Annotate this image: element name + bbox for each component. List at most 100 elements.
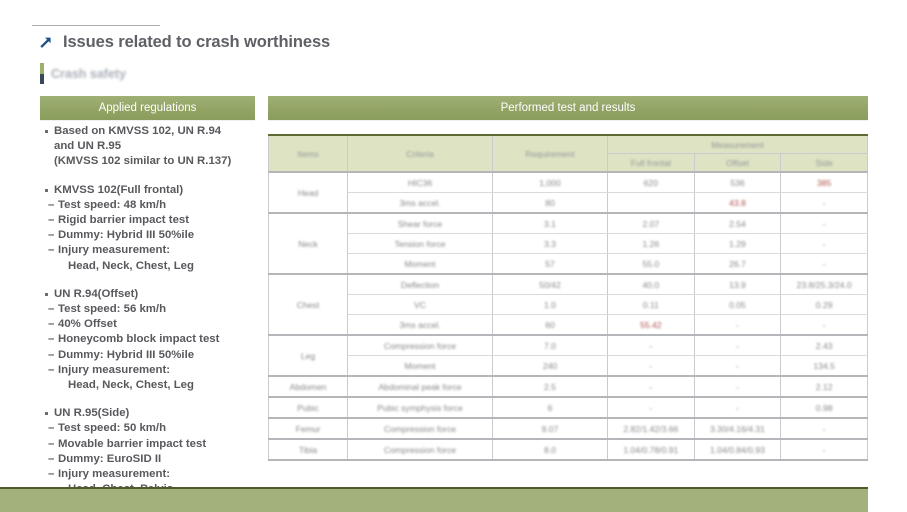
col-header-items: Items [268,134,348,173]
regulation-sub-item: Dummy: EuroSID II [44,452,276,467]
regulation-bullet: KMVSS 102(Full frontal) [44,183,276,198]
table-cell-offset: 536 [693,171,782,193]
table-row: Moment 240- -134.5 [269,355,868,377]
section-header-performed-test-results: Performed test and results [268,96,868,120]
table-cell-requirement: 80 [492,192,608,214]
table-row: VC 1.0 0.11 0.05 0.29 [269,294,868,315]
table-cell-full-frontal: - [607,334,695,356]
table-row: Pubic Pubic symphysis force 6- -0.98 [268,396,868,419]
table-row: Neck Shear force 3.1 2.07 2.54- [268,212,868,275]
table-cell-offset: 2.54 [693,212,782,234]
table-row: 3ms accel. 60 55.42- - [269,314,868,336]
table-cell-side: 2.43 [780,334,868,356]
table-cell-full-frontal [607,192,695,214]
bottom-accent-strip [0,487,868,512]
section-header-right-label: Performed test and results [500,102,636,114]
table-cell-item-group: Pubic [268,396,348,419]
table-cell-criteria: Abdominal peak force [347,375,493,398]
table-cell-item-group: Tibia [268,438,348,461]
regulation-bullet: Based on KMVSS 102, UN R.94 [44,124,276,139]
table-cell-item-group: Head [268,171,348,214]
regulation-sub-item: 40% Offset [44,317,276,332]
regulation-sub-item: Rigid barrier impact test [44,213,276,228]
results-table-wrapper: Items Criteria Requirement Measurement F… [268,134,868,461]
table-cell-requirement: 2.5 [492,375,608,398]
table-cell-offset: - [693,314,782,336]
table-cell-criteria: Compression force [347,417,493,440]
regulation-sub-item-detail: Head, Neck, Chest, Leg [68,259,194,272]
table-cell-requirement: 6 [492,396,608,419]
table-row: Moment 57 55.0 26.7- [269,253,868,275]
col-header-requirement: Requirement [492,134,608,173]
table-cell-requirement: 57 [492,253,608,275]
table-cell-criteria: 3ms accel. [347,314,493,336]
table-cell-side: 2.12 [780,375,868,398]
table-cell-criteria: Compression force [347,438,493,461]
section-header-applied-regulations: Applied regulations [40,96,255,120]
section-header-left-label: Applied regulations [98,102,197,114]
table-cell-side: - [780,438,868,461]
table-cell-item-group: Abdomen [268,375,348,398]
table-cell-full-frontal: 2.07 [607,212,695,234]
table-cell-requirement: 7.0 [492,334,608,356]
regulation-sub-item: Dummy: Hybrid III 50%ile [44,228,276,243]
regulation-sub-item: Test speed: 48 km/h [44,198,276,213]
table-cell-item-group: Leg [268,334,348,377]
table-cell-offset: 0.05 [693,294,782,315]
regulation-sub-item: Injury measurement: [44,467,276,482]
table-row: Abdomen Abdominal peak force 2.5- -2.12 [268,375,868,398]
results-table: Items Criteria Requirement Measurement F… [268,134,868,461]
table-cell-full-frontal: 55.0 [607,253,695,275]
regulation-block: UN R.94(Offset)Test speed: 56 km/h40% Of… [44,287,276,393]
table-cell-full-frontal: 0.11 [607,294,695,315]
table-cell-item-group: Femur [268,417,348,440]
table-cell-full-frontal: - [607,375,695,398]
table-cell-full-frontal: 1.04/0.78/0.91 [607,438,695,461]
table-cell-full-frontal: - [607,396,695,419]
table-cell-full-frontal: - [607,355,695,377]
table-cell-side: - [780,192,868,214]
regulation-bullet-continuation: and UN R.95 [54,140,122,153]
table-cell-criteria: Pubic symphysis force [347,396,493,419]
table-cell-item-group: Chest [268,273,348,336]
col-header-criteria: Criteria [347,134,493,173]
table-cell-offset: - [693,334,782,356]
col-header-full-frontal: Full frontal [607,153,695,173]
col-header-measurement-group: Measurement [607,134,868,154]
table-cell-side: 0.29 [780,294,868,315]
top-divider-rule [32,25,160,26]
page-subtitle: Crash safety [51,66,127,81]
table-cell-requirement: 1.0 [492,294,608,315]
col-header-offset: Offset [693,153,782,173]
regulation-sub-item: Movable barrier impact test [44,437,276,452]
page-title: Issues related to crash worthiness [63,33,331,51]
table-cell-side: - [780,314,868,336]
regulation-block: Based on KMVSS 102, UN R.94 and UN R.95 (K… [44,124,276,170]
table-cell-offset: 1.04/0.84/0.93 [693,438,782,461]
table-cell-criteria: Moment [347,253,493,275]
table-cell-criteria: Moment [347,355,493,377]
table-cell-offset: - [693,355,782,377]
col-header-side: Side [780,153,868,173]
table-row: Tibia Compression force 8.0 1.04/0.78/0.91 1… [268,438,868,461]
table-cell-side: 134.5 [780,355,868,377]
table-cell-requirement: 240 [492,355,608,377]
table-cell-offset: 13.9 [693,273,782,295]
regulation-sub-item: Injury measurement: [44,363,276,378]
regulation-sub-item-detail: Head, Neck, Chest, Leg [68,379,194,392]
table-cell-requirement: 8.0 [492,438,608,461]
table-cell-requirement: 50/42 [492,273,608,295]
table-row: Head HIC36 1,000 620 536 385 [268,171,868,214]
table-cell-criteria: Shear force [347,212,493,234]
table-row: 3ms accel. 80 43.8- [269,192,868,214]
table-cell-requirement: 1,000 [492,171,608,193]
table-cell-side: 0.98 [780,396,868,419]
table-cell-side: 23.8/25.3/24.0 [780,273,868,295]
table-cell-requirement: 3.3 [492,233,608,254]
regulation-sub-item: Dummy: Hybrid III 50%ile [44,348,276,363]
table-cell-requirement: 3.1 [492,212,608,234]
regulation-bullet: UN R.94(Offset) [44,287,276,302]
arrow-up-right-icon [38,35,54,51]
table-row: Femur Compression force 9.07 2.82/1.42/3.66… [268,417,868,440]
table-cell-offset: 1.29 [693,233,782,254]
